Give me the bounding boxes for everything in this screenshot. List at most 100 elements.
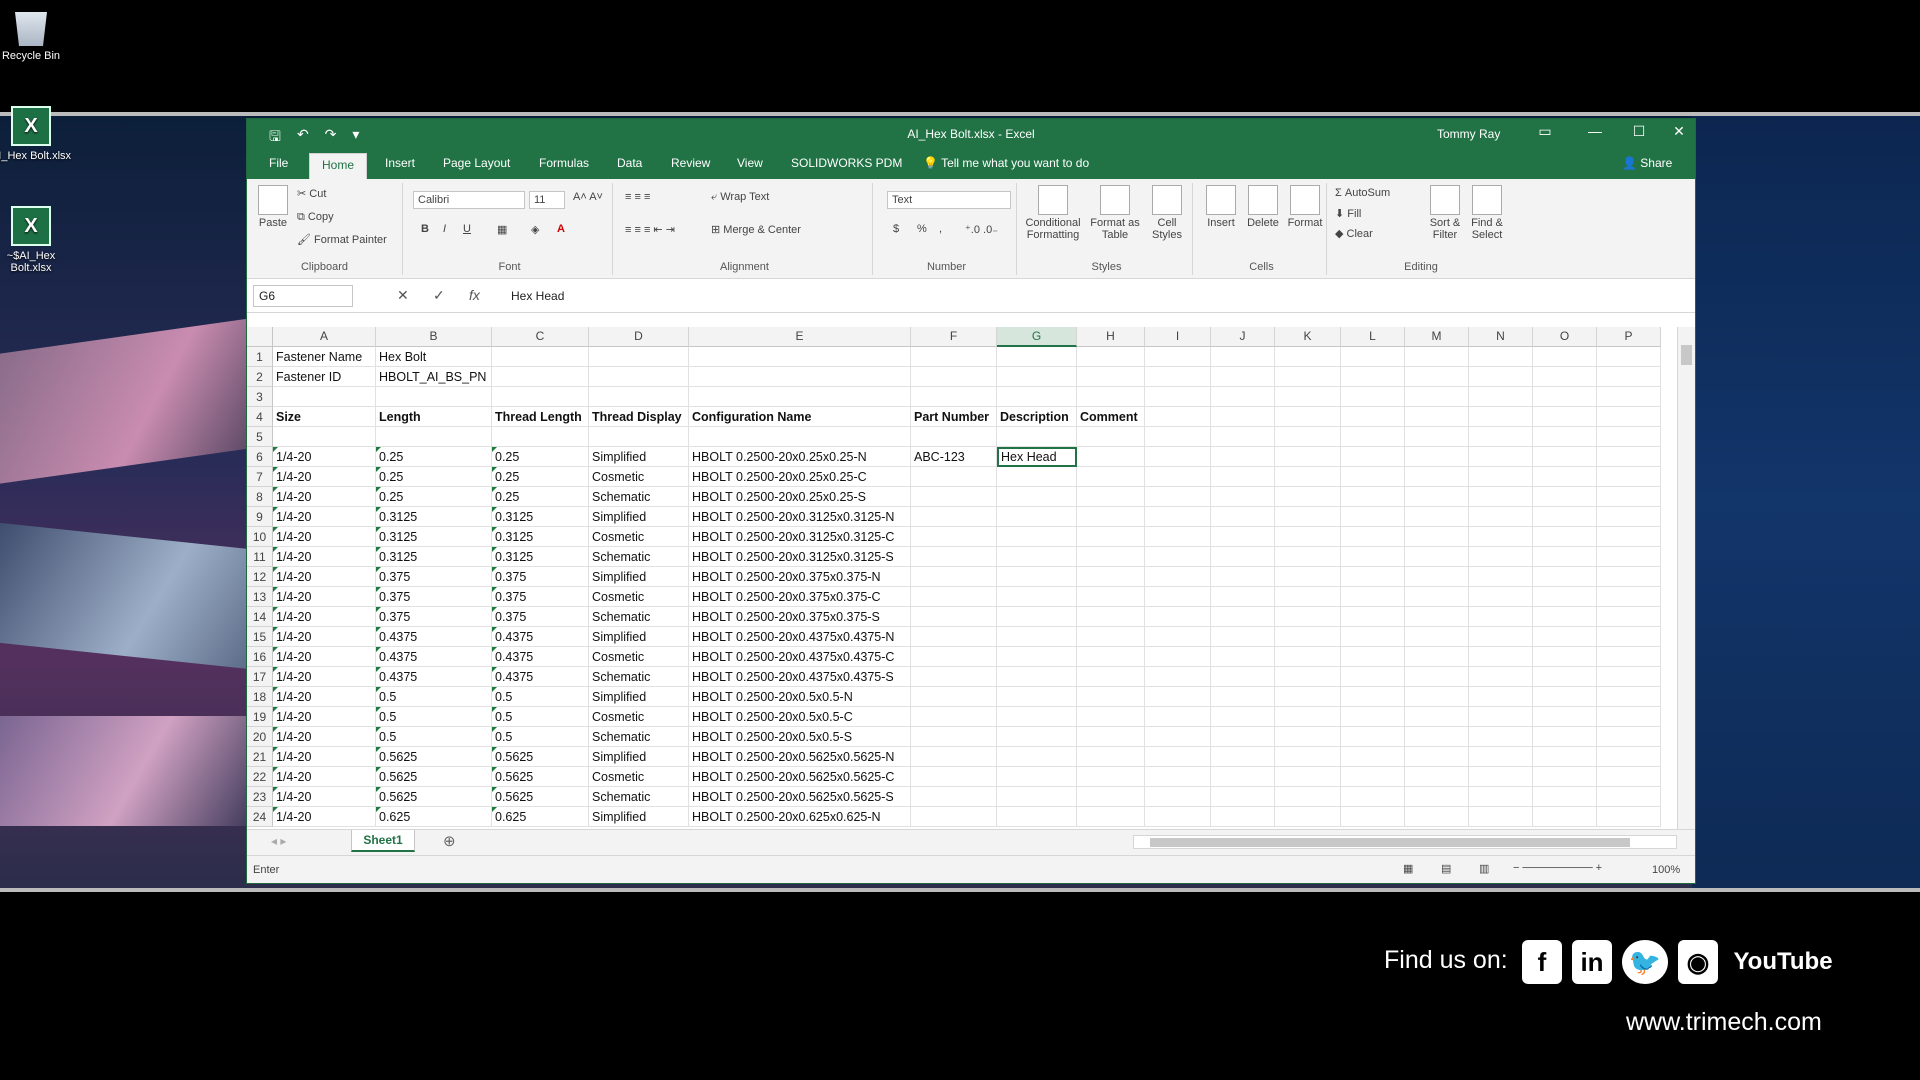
row-header[interactable]: 15: [247, 627, 273, 647]
cell[interactable]: [1211, 727, 1275, 747]
cell[interactable]: 0.3125: [492, 547, 589, 567]
cell[interactable]: Thread Display: [589, 407, 689, 427]
cell[interactable]: Simplified: [589, 507, 689, 527]
font-size-select[interactable]: 11: [529, 191, 565, 209]
cell[interactable]: [1275, 807, 1341, 827]
website-label[interactable]: www.trimech.com: [1626, 1008, 1822, 1037]
cell[interactable]: Cosmetic: [589, 707, 689, 727]
rss-icon[interactable]: ◉: [1678, 940, 1718, 984]
column-header[interactable]: L: [1341, 327, 1405, 347]
cell[interactable]: [273, 427, 376, 447]
cell[interactable]: [1469, 507, 1533, 527]
font-name-select[interactable]: Calibri: [413, 191, 525, 209]
cell[interactable]: [1275, 707, 1341, 727]
cell[interactable]: [1469, 647, 1533, 667]
cell[interactable]: [1211, 687, 1275, 707]
column-header[interactable]: P: [1597, 327, 1661, 347]
cell[interactable]: [1077, 687, 1145, 707]
column-header[interactable]: J: [1211, 327, 1275, 347]
cell[interactable]: [1077, 647, 1145, 667]
cell[interactable]: [1597, 487, 1661, 507]
cell[interactable]: 0.4375: [376, 667, 492, 687]
cell[interactable]: [1597, 647, 1661, 667]
minimize-button[interactable]: —: [1577, 123, 1613, 139]
cell[interactable]: [689, 387, 911, 407]
cancel-icon[interactable]: ✕: [397, 287, 409, 304]
cell[interactable]: [1533, 767, 1597, 787]
cell[interactable]: 1/4-20: [273, 607, 376, 627]
cell[interactable]: [1275, 547, 1341, 567]
cell[interactable]: 1/4-20: [273, 767, 376, 787]
cell[interactable]: [1469, 707, 1533, 727]
cell[interactable]: [1145, 547, 1211, 567]
cell[interactable]: [1469, 667, 1533, 687]
cell[interactable]: [1145, 807, 1211, 827]
cell[interactable]: [997, 547, 1077, 567]
row-header[interactable]: 2: [247, 367, 273, 387]
comma-button[interactable]: ,: [939, 223, 942, 235]
cell[interactable]: HBOLT 0.2500-20x0.3125x0.3125-C: [689, 527, 911, 547]
paste-button[interactable]: Paste: [253, 185, 293, 229]
cell[interactable]: [911, 647, 997, 667]
cell[interactable]: [1145, 767, 1211, 787]
column-header[interactable]: F: [911, 327, 997, 347]
tell-me-box[interactable]: 💡 Tell me what you want to do: [923, 156, 1089, 170]
cell[interactable]: [589, 387, 689, 407]
cell[interactable]: [1077, 607, 1145, 627]
cell[interactable]: [997, 727, 1077, 747]
tab-page-layout[interactable]: Page Layout: [443, 156, 510, 170]
cell[interactable]: [911, 347, 997, 367]
cell[interactable]: [589, 367, 689, 387]
percent-button[interactable]: %: [917, 223, 927, 235]
cell[interactable]: [1341, 387, 1405, 407]
tab-insert[interactable]: Insert: [385, 156, 415, 170]
cell[interactable]: [1341, 787, 1405, 807]
cell[interactable]: [1145, 747, 1211, 767]
cell[interactable]: 0.5625: [376, 767, 492, 787]
cell[interactable]: [1275, 587, 1341, 607]
cell[interactable]: [1469, 767, 1533, 787]
cell[interactable]: [1597, 367, 1661, 387]
row-header[interactable]: 17: [247, 667, 273, 687]
cell[interactable]: [911, 607, 997, 627]
cell[interactable]: [911, 567, 997, 587]
cell[interactable]: [997, 767, 1077, 787]
cell[interactable]: [1533, 787, 1597, 807]
twitter-icon[interactable]: 🐦: [1622, 940, 1668, 984]
column-header[interactable]: G: [997, 327, 1077, 347]
cell[interactable]: 1/4-20: [273, 527, 376, 547]
cell[interactable]: [1533, 487, 1597, 507]
cell[interactable]: [1211, 787, 1275, 807]
format-cells-button[interactable]: Format: [1285, 185, 1325, 229]
cell[interactable]: [1211, 767, 1275, 787]
view-break-icon[interactable]: ▥: [1479, 862, 1489, 875]
cell[interactable]: 1/4-20: [273, 467, 376, 487]
cell[interactable]: 0.375: [492, 587, 589, 607]
cell[interactable]: [492, 367, 589, 387]
cell[interactable]: [1405, 607, 1469, 627]
cell[interactable]: [997, 807, 1077, 827]
cell[interactable]: 0.5625: [376, 787, 492, 807]
facebook-icon[interactable]: f: [1522, 940, 1562, 984]
cell[interactable]: Cosmetic: [589, 467, 689, 487]
cell[interactable]: [1405, 747, 1469, 767]
cell[interactable]: HBOLT 0.2500-20x0.3125x0.3125-N: [689, 507, 911, 527]
cell[interactable]: 0.375: [492, 567, 589, 587]
cell[interactable]: [997, 467, 1077, 487]
autosum-button[interactable]: Σ AutoSum: [1335, 187, 1390, 199]
cell[interactable]: [1597, 507, 1661, 527]
tab-review[interactable]: Review: [671, 156, 710, 170]
cell[interactable]: [1275, 447, 1341, 467]
cell[interactable]: [911, 587, 997, 607]
cell[interactable]: [1469, 387, 1533, 407]
cell[interactable]: 0.4375: [376, 627, 492, 647]
cell[interactable]: [911, 787, 997, 807]
cell[interactable]: 1/4-20: [273, 747, 376, 767]
cell[interactable]: [1275, 427, 1341, 447]
cell[interactable]: [1597, 607, 1661, 627]
cell[interactable]: HBOLT 0.2500-20x0.5x0.5-S: [689, 727, 911, 747]
cell[interactable]: [1533, 527, 1597, 547]
cell[interactable]: [1469, 547, 1533, 567]
cell[interactable]: [376, 387, 492, 407]
column-header[interactable]: I: [1145, 327, 1211, 347]
